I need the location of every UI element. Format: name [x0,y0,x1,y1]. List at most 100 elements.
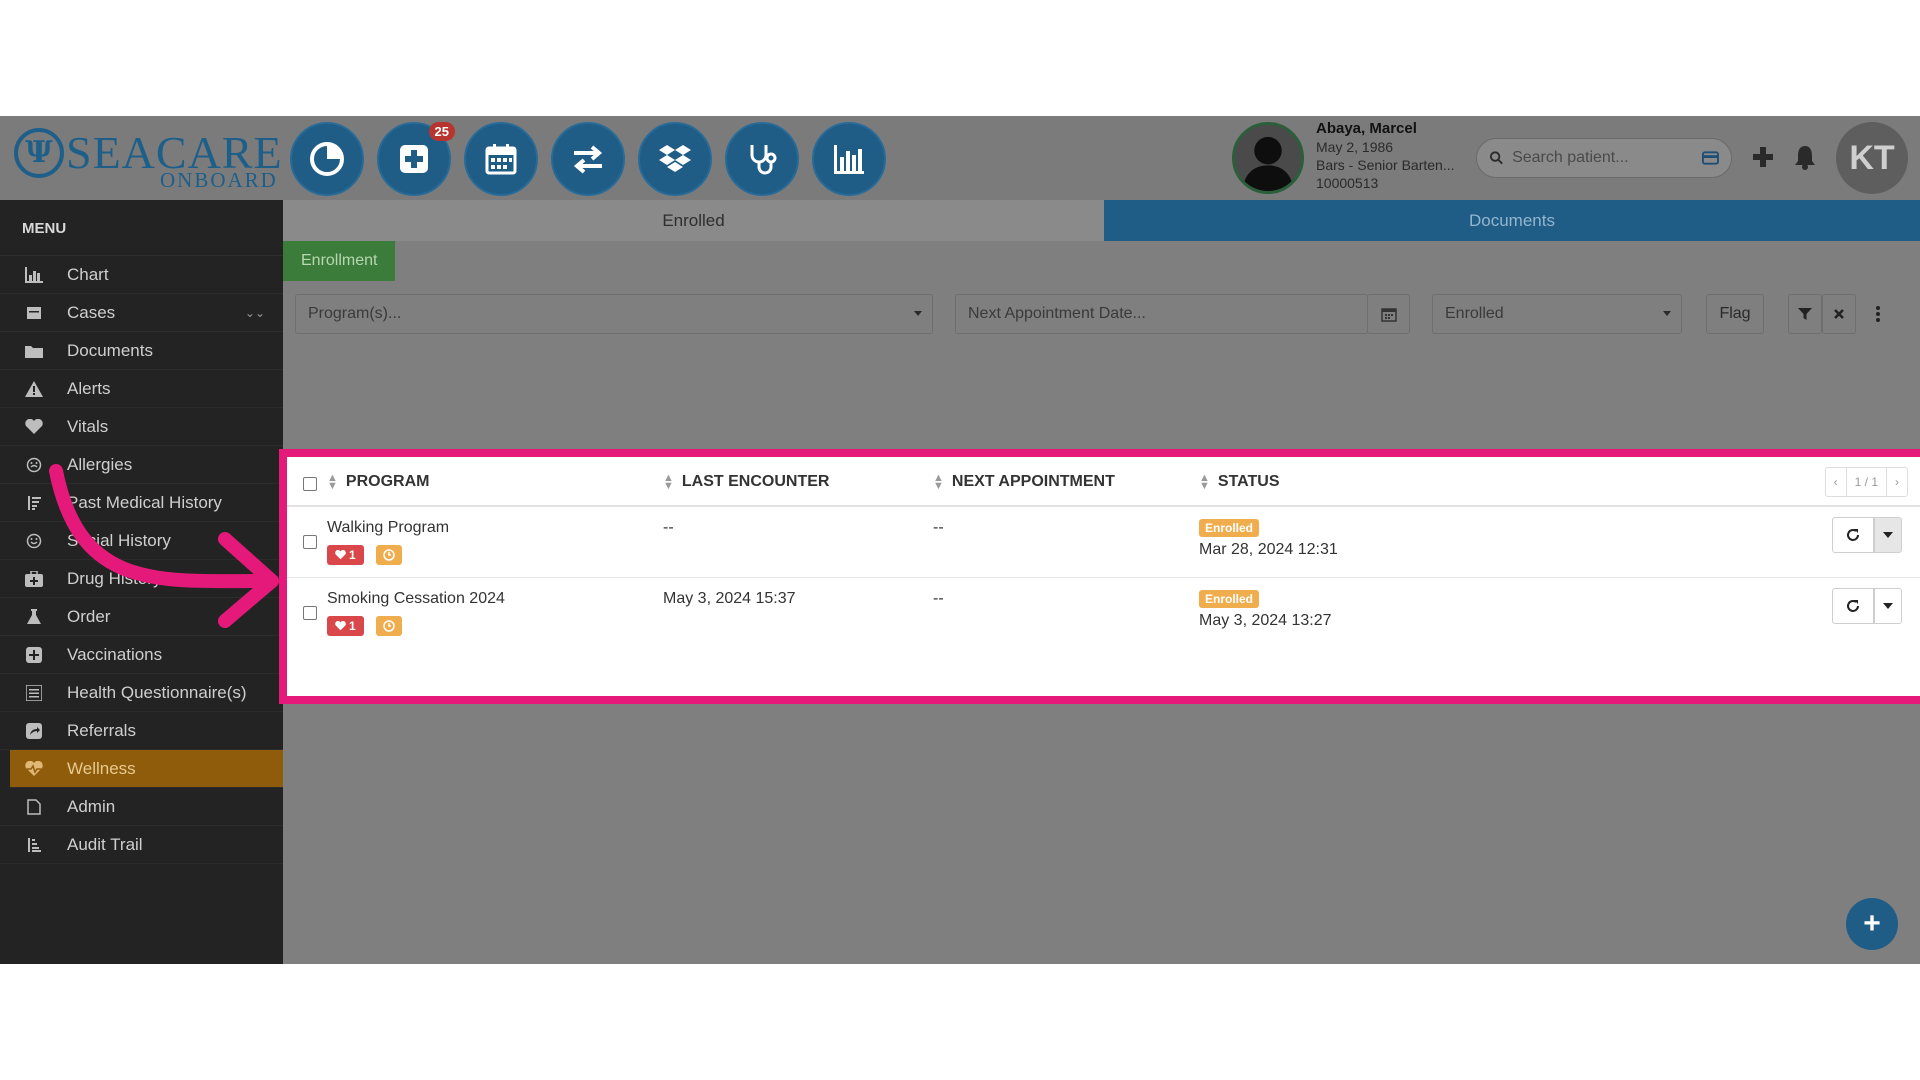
bar-chart-icon [834,145,864,174]
subtab-enrollment[interactable]: Enrollment [283,241,396,281]
clock-icon [382,549,395,561]
next-appointment: -- [933,519,944,536]
calendar-icon [485,144,517,175]
refresh-button[interactable] [1832,517,1874,553]
status-select[interactable]: Enrolled [1432,294,1682,334]
calendar-button[interactable] [464,122,538,196]
patient-photo[interactable] [1232,122,1304,194]
program-name[interactable]: Walking Program [327,519,449,537]
filter-bar: Program(s)... Next Appointment Date... E… [295,294,1915,334]
enrollment-table-panel: ▲ ▼ PROGRAM ▲ ▼ LAST ENCOUNTER ▲ ▼ NEXT APP… [279,449,1920,704]
more-options-button[interactable] [1869,294,1887,334]
sort-icon: ▲ ▼ [933,472,944,492]
heart-count: 1 [349,619,356,633]
stethoscope-button[interactable] [725,122,799,196]
card-icon[interactable] [1702,151,1719,165]
column-header-label: LAST ENCOUNTER [681,473,830,490]
status-cell: Enrolled May 3, 2024 13:27 [1199,590,1332,630]
sidebar-item-wellness[interactable]: Wellness [10,750,283,788]
sidebar-item-alerts[interactable]: Alerts [0,370,283,408]
folder-icon [24,341,44,361]
share-icon [24,721,44,741]
sidebar-item-label: Vaccinations [67,644,163,664]
table-row[interactable]: Walking Program 1 -- -- Enrolled Mar 28,… [287,507,1920,578]
flag-button[interactable]: Flag [1706,294,1764,334]
caret-down-icon [1883,603,1893,609]
sidebar-item-referrals[interactable]: Referrals [0,712,283,750]
add-icon[interactable] [1748,142,1778,172]
table-header: ▲ ▼ PROGRAM ▲ ▼ LAST ENCOUNTER ▲ ▼ NEXT APP… [287,457,1920,507]
sidebar-item-label: Cases [67,302,116,322]
bell-icon[interactable] [1790,142,1820,172]
calendar-picker-button[interactable] [1367,294,1410,334]
transfer-button[interactable] [551,122,625,196]
seacare-logo[interactable]: Ψ SEACARE ONBOARD [14,124,282,194]
sidebar-item-label: Health Questionnaire(s) [67,682,247,702]
add-record-button[interactable]: 25 [377,122,455,196]
table-row[interactable]: Smoking Cessation 2024 1 May 3, 2024 15:… [287,578,1920,649]
user-avatar[interactable]: KT [1836,122,1908,194]
row-checkbox[interactable] [303,606,317,620]
trident-icon: Ψ [14,128,64,178]
program-select[interactable]: Program(s)... [295,294,933,334]
column-header-next-appointment[interactable]: ▲ ▼ NEXT APPOINTMENT [933,472,1115,492]
sidebar-item-admin[interactable]: Admin [0,788,283,826]
program-select-placeholder: Program(s)... [308,305,402,322]
top-bar: Ψ SEACARE ONBOARD 25 Abaya, Marcel May 2… [0,116,1920,200]
row-checkbox[interactable] [303,535,317,549]
program-tags: 1 [327,545,402,565]
patient-name: Abaya, Marcel [1316,120,1417,137]
search-input[interactable] [1512,149,1703,167]
clock-badge[interactable] [375,616,402,636]
select-all-checkbox[interactable] [303,477,317,491]
program-name[interactable]: Smoking Cessation 2024 [327,590,505,608]
sidebar-item-label: Alerts [67,378,111,398]
sidebar-item-cases[interactable]: Cases ⌄⌄ [0,294,283,332]
vertical-ellipsis-icon [1876,306,1880,322]
tab-enrolled[interactable]: Enrolled [283,200,1104,241]
sidebar-item-health-questionnaires[interactable]: Health Questionnaire(s) [0,674,283,712]
chevron-down-icon[interactable]: ⌄⌄ [245,306,265,320]
tab-documents[interactable]: Documents [1104,200,1920,241]
pointer-arrow-annotation [49,464,279,628]
row-menu-toggle[interactable] [1874,517,1902,553]
floating-add-button[interactable]: + [1846,898,1898,950]
sidebar-item-label: Admin [67,796,116,816]
row-menu-toggle[interactable] [1874,588,1902,624]
sidebar-item-vaccinations[interactable]: Vaccinations [0,636,283,674]
status-badge: Enrolled [1199,519,1260,537]
column-header-program[interactable]: ▲ ▼ PROGRAM [327,473,430,492]
refresh-button[interactable] [1832,588,1874,624]
clear-filter-button[interactable] [1822,294,1856,334]
sidebar-item-documents[interactable]: Documents [0,332,283,370]
sidebar-item-audit-trail[interactable]: Audit Trail [0,826,283,864]
clock-badge[interactable] [375,545,402,565]
dashboard-button[interactable] [290,122,364,196]
menu-header: MENU [0,200,283,256]
pagination-prev[interactable]: ‹ [1826,468,1846,496]
column-header-status[interactable]: ▲ ▼ STATUS [1199,473,1280,492]
row-actions [1832,588,1902,624]
column-header-label: PROGRAM [345,473,430,490]
filter-button[interactable] [1788,294,1822,334]
patient-position: Bars - Senior Barten... [1316,157,1455,173]
sidebar-item-vitals[interactable]: Vitals [0,408,283,446]
status-date: Mar 28, 2024 12:31 [1199,541,1338,558]
heart-count-badge[interactable]: 1 [327,545,364,565]
status-cell: Enrolled Mar 28, 2024 12:31 [1199,519,1338,559]
dropbox-button[interactable] [638,122,712,196]
pie-chart-icon [310,142,344,176]
dropbox-icon [659,145,691,172]
file-icon [24,797,44,817]
reports-button[interactable] [812,122,886,196]
caret-down-icon [1663,311,1671,316]
sidebar-item-chart[interactable]: Chart [0,256,283,294]
pagination: ‹ 1 / 1 › [1824,467,1908,497]
filter-icon [1798,308,1812,320]
appointment-date-input[interactable]: Next Appointment Date... [955,294,1368,334]
patient-dob: May 2, 1986 [1316,139,1394,155]
plus-square-icon [400,145,428,173]
column-header-last-encounter[interactable]: ▲ ▼ LAST ENCOUNTER [663,473,830,492]
heart-count-badge[interactable]: 1 [327,616,364,636]
pagination-next[interactable]: › [1886,468,1907,496]
